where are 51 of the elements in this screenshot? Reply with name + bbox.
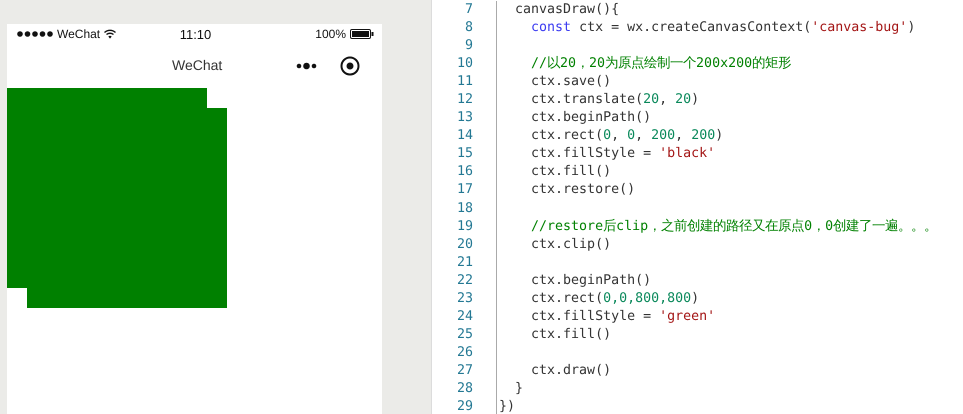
code-line: //以20，20为原点绘制一个200x200的矩形 [530,56,792,72]
code-line: //restore后clip，之前创建的路径又在原点0，0创建了一遍。。。 [530,218,938,234]
signal-icon [17,31,54,37]
line-number: 19 [456,218,473,234]
code-line: } [514,380,524,396]
line-number: 15 [456,146,473,162]
code-line: ctx.beginPath() [530,110,652,126]
code-line: }) [499,399,516,414]
code-line: canvasDraw(){ [514,2,620,17]
code-line: ctx.rect(0,0,800,800) [530,290,700,306]
code-line: ctx.draw() [530,362,612,378]
line-number: 20 [456,236,473,252]
code-line: ctx.fillStyle = 'green' [530,308,716,324]
line-number: 10 [456,56,473,72]
line-number: 25 [456,326,473,342]
line-number: 17 [456,182,473,198]
line-number: 8 [464,20,473,36]
nav-title: WeChat [172,57,222,73]
line-number: 18 [456,200,473,216]
line-number: 23 [456,290,473,306]
more-icon[interactable] [296,62,317,70]
code-line: const ctx = wx.createCanvasContext('canvas-bug') [530,20,916,36]
code-line: ctx.fillStyle = 'black' [530,146,716,162]
line-number: 26 [456,344,473,360]
carrier-name: WeChat [57,27,100,41]
code-line: ctx.beginPath() [530,272,652,288]
code-line: ctx.clip() [530,236,612,252]
line-number: 27 [456,362,473,378]
line-number: 9 [464,38,473,54]
line-number: 21 [456,254,473,270]
code-line: ctx.fill() [530,326,612,342]
code-line: ctx.restore() [530,182,636,198]
code-line: ctx.fill() [530,164,612,180]
line-number: 28 [456,380,473,396]
code-line: ctx.translate(20, 20) [530,92,700,108]
line-number: 22 [456,272,473,288]
line-number: 14 [456,128,473,144]
code-line: ctx.save() [530,74,612,90]
battery-icon [350,29,374,39]
line-number: 11 [456,74,473,90]
battery-percent: 100% [315,27,346,41]
line-number: 13 [456,110,473,126]
status-time: 11:10 [178,26,212,42]
record-icon[interactable] [340,56,360,76]
line-number: 7 [464,2,473,17]
line-number: 12 [456,92,473,108]
code-line: ctx.rect(0, 0, 200, 200) [530,128,724,144]
line-number: 16 [456,164,473,180]
wifi-icon [104,29,116,39]
line-number: 29 [456,399,473,414]
line-number: 24 [456,308,473,324]
